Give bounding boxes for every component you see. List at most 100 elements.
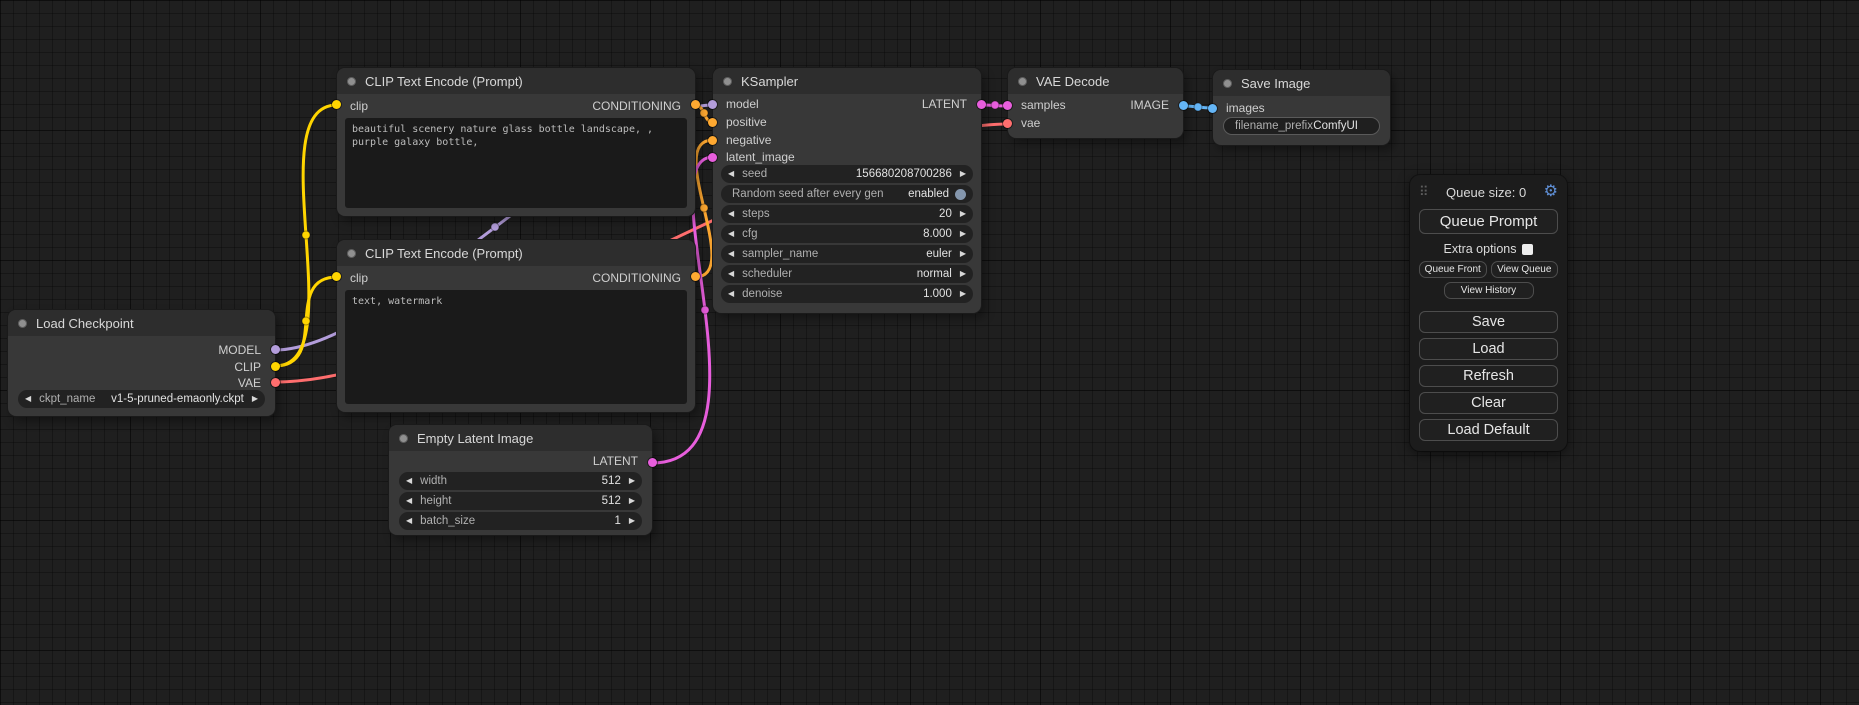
queue-front-button[interactable]: Queue Front: [1419, 261, 1487, 278]
load-default-button[interactable]: Load Default: [1419, 419, 1558, 441]
link-midpoint-dot: [302, 231, 310, 239]
widget-name: sampler_name: [742, 248, 818, 260]
node-vae-decode[interactable]: VAE Decode samples vae IMAGE: [1008, 68, 1183, 138]
decrement-arrow-icon[interactable]: ◀: [406, 477, 412, 485]
output-dot-clip[interactable]: [271, 362, 280, 371]
prompt-text-input[interactable]: beautiful scenery nature glass bottle la…: [345, 118, 687, 208]
clear-button[interactable]: Clear: [1419, 392, 1558, 414]
widget-name: denoise: [742, 288, 782, 300]
node-empty-latent-image[interactable]: Empty Latent Image LATENT ◀ width 512 ▶ …: [389, 425, 652, 535]
steps-widget[interactable]: ◀ steps 20 ▶: [721, 205, 973, 223]
input-dot-positive[interactable]: [708, 118, 717, 127]
increment-arrow-icon[interactable]: ▶: [960, 230, 966, 238]
decrement-arrow-icon[interactable]: ◀: [728, 230, 734, 238]
queue-prompt-button[interactable]: Queue Prompt: [1419, 209, 1558, 234]
sampler-name-widget[interactable]: ◀ sampler_name euler ▶: [721, 245, 973, 263]
input-dot-images[interactable]: [1208, 104, 1217, 113]
input-dot-vae[interactable]: [1003, 119, 1012, 128]
extra-options-label: Extra options: [1444, 242, 1517, 256]
node-title: KSampler: [741, 74, 798, 89]
view-history-button[interactable]: View History: [1444, 282, 1534, 299]
filename-prefix-widget[interactable]: filename_prefix ComfyUI: [1223, 117, 1380, 135]
node-clip-text-encode-negative[interactable]: CLIP Text Encode (Prompt) clip CONDITION…: [337, 240, 695, 412]
output-label-latent: LATENT: [593, 454, 638, 468]
node-status-dot-icon: [1223, 79, 1232, 88]
node-save-image[interactable]: Save Image images filename_prefix ComfyU…: [1213, 70, 1390, 145]
widget-value: v1-5-pruned-emaonly.ckpt: [111, 393, 244, 405]
refresh-button[interactable]: Refresh: [1419, 365, 1558, 387]
increment-arrow-icon[interactable]: ▶: [960, 270, 966, 278]
drag-handle-icon[interactable]: ⠿: [1419, 184, 1429, 200]
output-dot-conditioning[interactable]: [691, 100, 700, 109]
queue-buttons-row: Queue Front View Queue: [1419, 261, 1558, 278]
link-midpoint-dot: [700, 109, 708, 117]
cfg-widget[interactable]: ◀ cfg 8.000 ▶: [721, 225, 973, 243]
widget-name: width: [420, 475, 447, 487]
output-label-clip: CLIP: [234, 360, 261, 374]
denoise-widget[interactable]: ◀ denoise 1.000 ▶: [721, 285, 973, 303]
link-midpoint-dot: [991, 101, 999, 109]
decrement-arrow-icon[interactable]: ◀: [728, 290, 734, 298]
node-clip-text-encode-positive[interactable]: CLIP Text Encode (Prompt) clip CONDITION…: [337, 68, 695, 216]
decrement-arrow-icon[interactable]: ◀: [728, 210, 734, 218]
node-title-bar[interactable]: CLIP Text Encode (Prompt): [337, 240, 695, 266]
view-queue-button[interactable]: View Queue: [1491, 261, 1559, 278]
output-dot-image[interactable]: [1179, 101, 1188, 110]
increment-arrow-icon[interactable]: ▶: [960, 170, 966, 178]
node-graph-canvas[interactable]: Load Checkpoint MODEL CLIP VAE ◀ ckpt_na…: [0, 0, 1859, 705]
seed-widget[interactable]: ◀ seed 156680208700286 ▶: [721, 165, 973, 183]
scheduler-widget[interactable]: ◀ scheduler normal ▶: [721, 265, 973, 283]
load-button[interactable]: Load: [1419, 338, 1558, 360]
widget-name: filename_prefix: [1235, 120, 1313, 132]
node-load-checkpoint[interactable]: Load Checkpoint MODEL CLIP VAE ◀ ckpt_na…: [8, 310, 275, 416]
decrement-arrow-icon[interactable]: ◀: [406, 497, 412, 505]
output-dot-vae[interactable]: [271, 378, 280, 387]
toggle-knob-icon[interactable]: [955, 189, 966, 200]
decrement-arrow-icon[interactable]: ◀: [406, 517, 412, 525]
node-title-bar[interactable]: KSampler: [713, 68, 981, 94]
increment-arrow-icon[interactable]: ▶: [629, 517, 635, 525]
output-label-conditioning: CONDITIONING: [592, 99, 681, 113]
height-widget[interactable]: ◀ height 512 ▶: [399, 492, 642, 510]
input-dot-clip[interactable]: [332, 272, 341, 281]
output-dot-latent[interactable]: [977, 100, 986, 109]
ckpt-name-widget[interactable]: ◀ ckpt_name v1-5-pruned-emaonly.ckpt ▶: [18, 390, 265, 408]
input-dot-clip[interactable]: [332, 100, 341, 109]
queue-size-label: Queue size: 0: [1429, 185, 1544, 200]
input-dot-model[interactable]: [708, 100, 717, 109]
input-dot-samples[interactable]: [1003, 101, 1012, 110]
save-button[interactable]: Save: [1419, 311, 1558, 333]
node-title-bar[interactable]: Load Checkpoint: [8, 310, 275, 336]
output-dot-latent[interactable]: [648, 458, 657, 467]
decrement-arrow-icon[interactable]: ◀: [728, 170, 734, 178]
comfy-menu-panel: ⠿ Queue size: 0 ⚙ Queue Prompt Extra opt…: [1410, 175, 1567, 451]
decrement-arrow-icon[interactable]: ◀: [728, 270, 734, 278]
prompt-text-input[interactable]: text, watermark: [345, 290, 687, 404]
output-label-latent: LATENT: [922, 97, 967, 111]
increment-arrow-icon[interactable]: ▶: [960, 290, 966, 298]
node-ksampler[interactable]: KSampler model positive negative latent_…: [713, 68, 981, 313]
node-title-bar[interactable]: CLIP Text Encode (Prompt): [337, 68, 695, 94]
random-seed-toggle-widget[interactable]: Random seed after every gen enabled: [721, 185, 973, 203]
increment-arrow-icon[interactable]: ▶: [629, 477, 635, 485]
node-title: CLIP Text Encode (Prompt): [365, 246, 523, 261]
batch-size-widget[interactable]: ◀ batch_size 1 ▶: [399, 512, 642, 530]
output-dot-model[interactable]: [271, 345, 280, 354]
increment-arrow-icon[interactable]: ▶: [252, 395, 258, 403]
width-widget[interactable]: ◀ width 512 ▶: [399, 472, 642, 490]
extra-options-checkbox[interactable]: [1522, 244, 1533, 255]
settings-gear-icon[interactable]: ⚙: [1544, 184, 1558, 200]
increment-arrow-icon[interactable]: ▶: [960, 210, 966, 218]
increment-arrow-icon[interactable]: ▶: [960, 250, 966, 258]
output-dot-conditioning[interactable]: [691, 272, 700, 281]
input-dot-negative[interactable]: [708, 136, 717, 145]
node-title-bar[interactable]: Empty Latent Image: [389, 425, 652, 451]
node-title-bar[interactable]: Save Image: [1213, 70, 1390, 96]
decrement-arrow-icon[interactable]: ◀: [25, 395, 31, 403]
node-title-bar[interactable]: VAE Decode: [1008, 68, 1183, 94]
increment-arrow-icon[interactable]: ▶: [629, 497, 635, 505]
decrement-arrow-icon[interactable]: ◀: [728, 250, 734, 258]
widget-value: 8.000: [923, 228, 952, 240]
menu-header: ⠿ Queue size: 0 ⚙: [1419, 183, 1558, 201]
input-dot-latent-image[interactable]: [708, 153, 717, 162]
